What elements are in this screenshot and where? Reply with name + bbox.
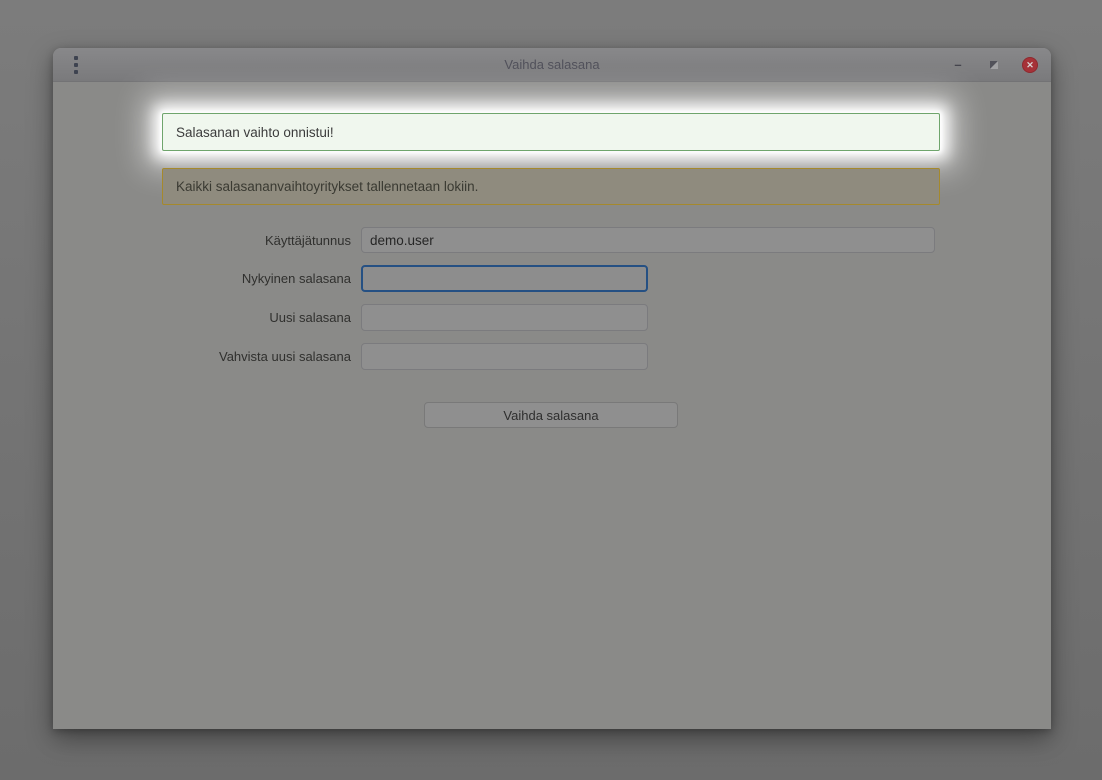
current-password-field[interactable] [361,265,648,292]
confirm-password-label: Vahvista uusi salasana [93,349,351,364]
success-alert: Salasanan vaihto onnistui! [162,113,940,151]
minimize-icon: – [954,60,961,70]
new-password-label: Uusi salasana [93,310,351,325]
current-password-label: Nykyinen salasana [93,271,351,286]
restore-button[interactable] [985,56,1003,74]
confirm-password-row: Vahvista uusi salasana [93,343,648,370]
minimize-button[interactable]: – [949,56,967,74]
close-button[interactable]: ✕ [1021,56,1039,74]
window-controls: – ✕ [949,48,1039,82]
change-password-button[interactable]: Vaihda salasana [424,402,678,428]
kebab-menu-icon[interactable] [63,52,89,78]
username-label: Käyttäjätunnus [93,233,351,248]
info-alert: Kaikki salasananvaihtoyritykset tallenne… [162,168,940,205]
username-row: Käyttäjätunnus [93,227,935,253]
change-password-window: Vaihda salasana – ✕ Salasanan vaihto onn… [53,48,1051,729]
window-title: Vaihda salasana [53,57,1051,72]
confirm-password-field[interactable] [361,343,648,370]
success-alert-text: Salasanan vaihto onnistui! [176,125,334,140]
close-icon: ✕ [1022,57,1038,73]
new-password-field[interactable] [361,304,648,331]
current-password-row: Nykyinen salasana [93,265,648,292]
info-alert-text: Kaikki salasananvaihtoyritykset tallenne… [176,179,478,194]
restore-icon [989,60,999,70]
new-password-row: Uusi salasana [93,304,648,331]
titlebar: Vaihda salasana – ✕ [53,48,1051,82]
username-field[interactable] [361,227,935,253]
